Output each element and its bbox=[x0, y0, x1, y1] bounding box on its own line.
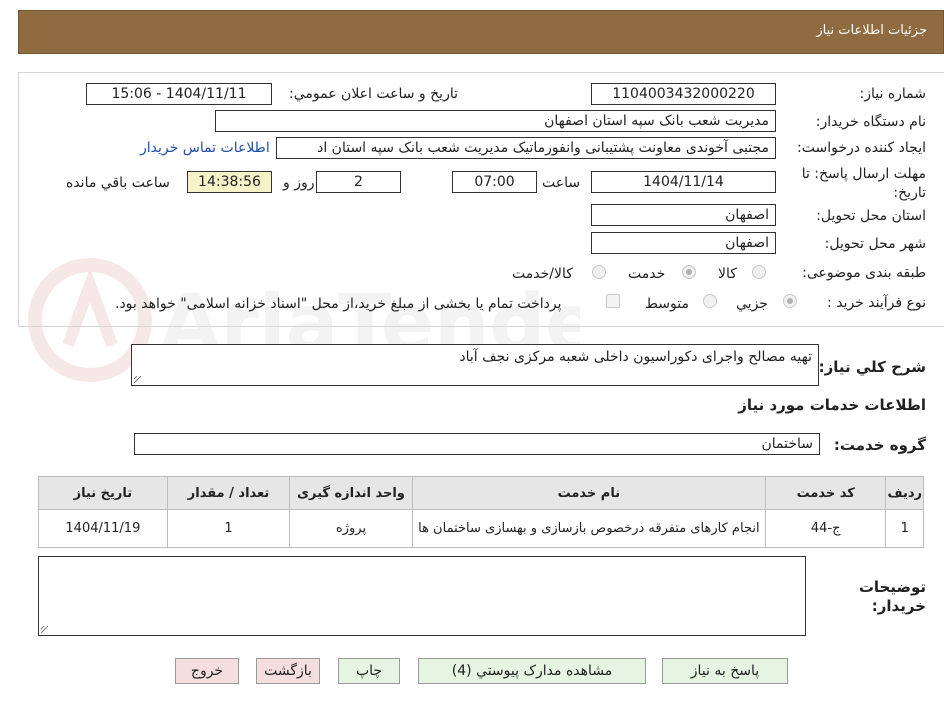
category-option-goods: کالا bbox=[718, 266, 737, 282]
cell-code: ج-44 bbox=[764, 509, 887, 548]
category-radio-both[interactable] bbox=[592, 265, 606, 279]
category-label: طبقه بندی موضوعی: bbox=[802, 265, 926, 281]
need-number-field: 1104003432000220 bbox=[591, 83, 776, 105]
column-header-name: نام خدمت bbox=[411, 476, 766, 510]
category-radio-goods[interactable] bbox=[752, 265, 766, 279]
city-label: شهر محل تحویل: bbox=[824, 236, 926, 252]
buyer-notes-field[interactable] bbox=[38, 556, 806, 636]
view-attachments-button[interactable]: مشاهده مدارک پیوستي (4) bbox=[418, 658, 646, 684]
deadline-date-field: 1404/11/14 bbox=[591, 171, 776, 193]
remaining-time-field: 14:38:56 bbox=[187, 171, 272, 193]
treasury-payment-checkbox[interactable] bbox=[606, 294, 620, 308]
need-number-label: شماره نیاز: bbox=[859, 86, 927, 102]
reply-button[interactable]: پاسخ به نیاز bbox=[662, 658, 788, 684]
back-button[interactable]: بازگشت bbox=[256, 658, 320, 684]
category-radio-service[interactable] bbox=[682, 265, 696, 279]
description-field[interactable]: تهیه مصالح واجرای دکوراسیون داخلی شعبه م… bbox=[131, 344, 819, 386]
resize-handle-icon[interactable] bbox=[134, 376, 141, 383]
deadline-time-label: ساعت bbox=[542, 175, 581, 191]
category-option-both: کالا/خدمت bbox=[512, 266, 573, 282]
announce-field: 1404/11/11 - 15:06 bbox=[86, 83, 272, 105]
requester-label: ایجاد کننده درخواست: bbox=[797, 140, 926, 156]
column-header-code: کد خدمت bbox=[764, 476, 887, 510]
process-label: نوع فرآیند خرید : bbox=[827, 295, 926, 311]
deadline-label: مهلت ارسال پاسخ: تا تاریخ: bbox=[801, 166, 926, 201]
province-label: استان محل تحویل: bbox=[816, 208, 926, 224]
print-button[interactable]: چاپ bbox=[338, 658, 400, 684]
buyer-contact-link[interactable]: اطلاعات تماس خریدار bbox=[140, 140, 270, 156]
process-radio-medium[interactable] bbox=[703, 294, 717, 308]
requester-field: مجتبی آخوندی معاونت پشتیبانی وانفورماتیک… bbox=[276, 137, 776, 159]
city-field: اصفهان bbox=[591, 232, 776, 254]
deadline-time-field: 07:00 bbox=[452, 171, 537, 193]
resize-handle-icon[interactable] bbox=[41, 626, 48, 633]
page-title: جزئیات اطلاعات نیاز bbox=[816, 23, 927, 38]
announce-label: تاریخ و ساعت اعلان عمومي: bbox=[289, 86, 458, 102]
treasury-payment-note: پرداخت تمام یا بخشی از مبلغ خرید،از محل … bbox=[115, 296, 562, 312]
days-label: روز و bbox=[283, 175, 315, 191]
days-field: 2 bbox=[316, 171, 401, 193]
category-option-service: خدمت bbox=[628, 266, 666, 282]
buyer-field: مدیریت شعب بانک سپه استان اصفهان bbox=[215, 110, 776, 132]
process-radio-small[interactable] bbox=[783, 294, 797, 308]
buyer-notes-label: توضیحات خریدار: bbox=[858, 578, 926, 615]
buyer-label: نام دستگاه خریدار: bbox=[815, 114, 926, 130]
description-text: تهیه مصالح واجرای دکوراسیون داخلی شعبه م… bbox=[459, 349, 812, 365]
process-option-small: جزیي bbox=[736, 296, 768, 312]
cell-index: 1 bbox=[885, 509, 924, 548]
page-header: جزئیات اطلاعات نیاز bbox=[18, 10, 944, 54]
column-header-qty: تعداد / مقدار bbox=[166, 476, 291, 510]
table-row: 1 ج-44 انجام کارهای متفرقه درخصوص بازساز… bbox=[38, 509, 924, 548]
column-header-unit: واحد اندازه گیری bbox=[289, 476, 413, 510]
exit-button[interactable]: خروج bbox=[175, 658, 239, 684]
description-label: شرح کلي نیاز: bbox=[818, 358, 926, 376]
province-field: اصفهان bbox=[591, 204, 776, 226]
column-header-index: ردیف bbox=[885, 476, 924, 510]
cell-unit: پروژه bbox=[289, 509, 413, 548]
service-group-field: ساختمان bbox=[134, 433, 820, 455]
column-header-date: تاریخ نیاز bbox=[38, 476, 168, 510]
cell-name: انجام کارهای متفرقه درخصوص بازسازی و بهس… bbox=[411, 509, 766, 548]
services-section-title: اطلاعات خدمات مورد نیاز bbox=[738, 396, 926, 414]
cell-date: 1404/11/19 bbox=[38, 509, 168, 548]
services-table: ردیف کد خدمت نام خدمت واحد اندازه گیری ت… bbox=[38, 476, 924, 548]
remaining-label: ساعت باقي مانده bbox=[66, 175, 170, 191]
process-option-medium: متوسط bbox=[645, 296, 689, 312]
service-group-label: گروه خدمت: bbox=[833, 436, 926, 454]
cell-qty: 1 bbox=[166, 509, 291, 548]
